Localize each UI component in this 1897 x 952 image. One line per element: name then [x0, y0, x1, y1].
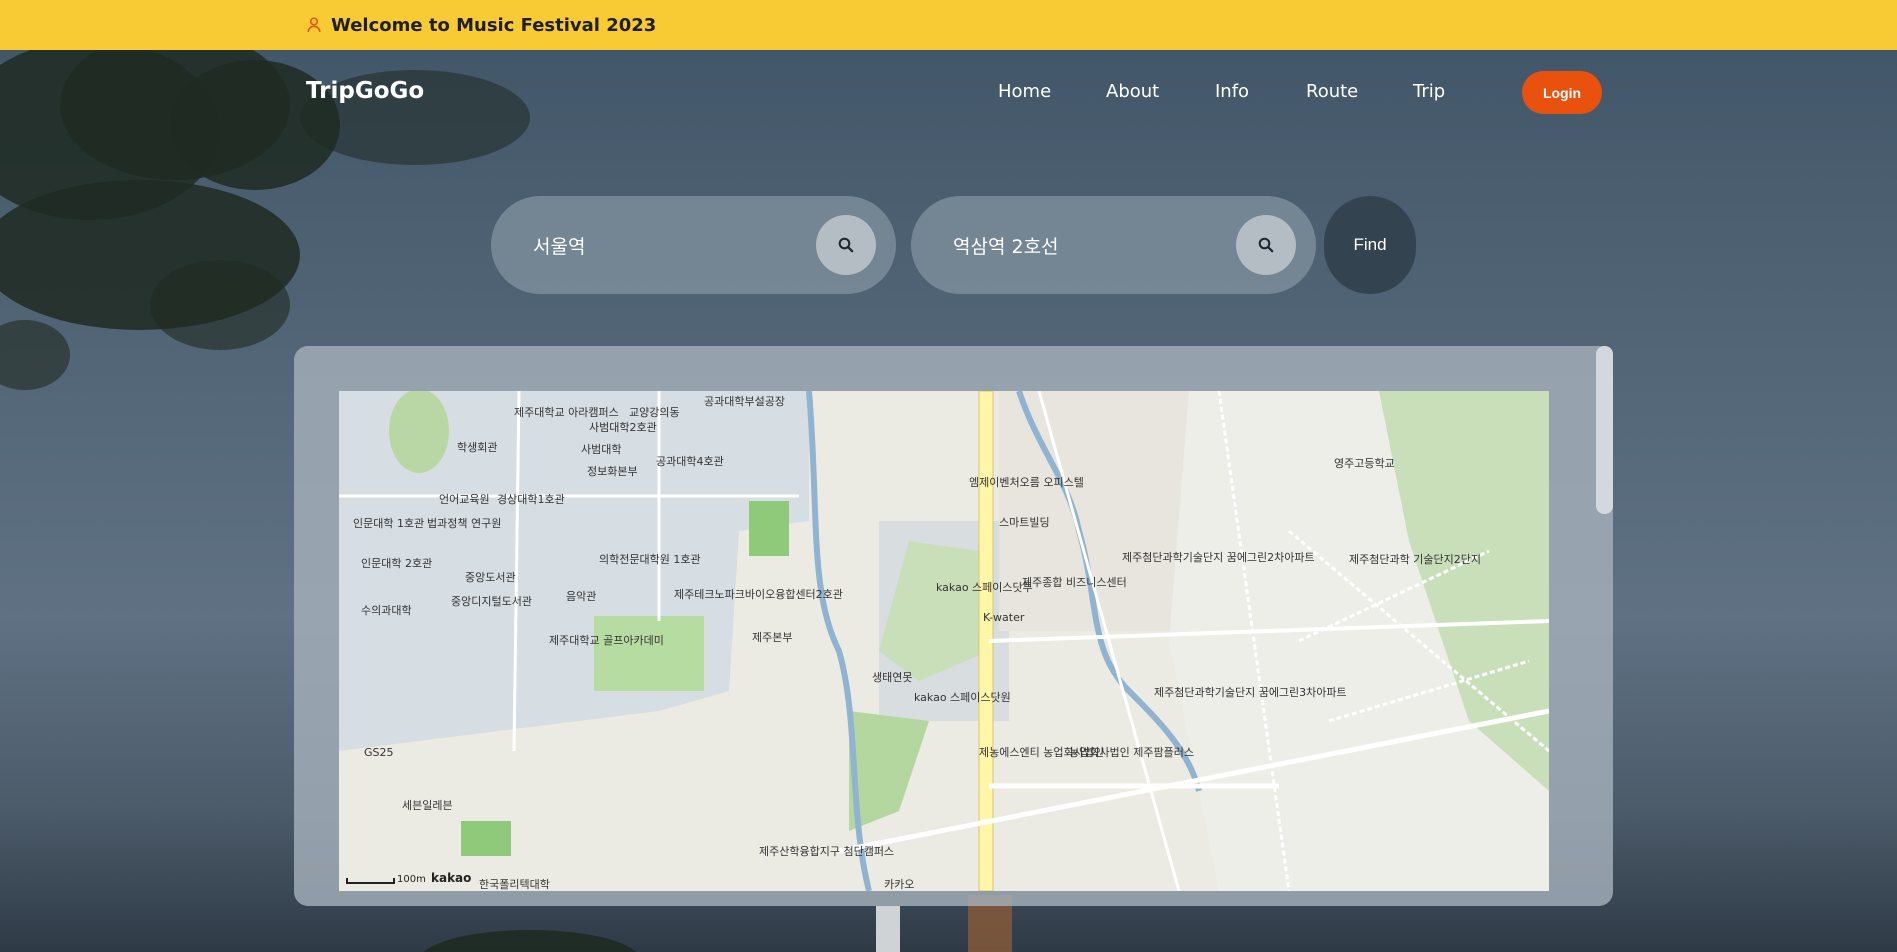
- kakao-map-logo: kakao: [431, 871, 471, 885]
- map-label: 음악관: [566, 590, 596, 603]
- destination-input[interactable]: 역삼역 2호선: [953, 232, 1059, 259]
- map-label: 한국폴리텍대학: [479, 878, 550, 891]
- map-label: 제주첨단과학기술단지 꿈에그린2차아파트: [1122, 551, 1315, 564]
- map-label: kakao 스페이스닷원: [914, 691, 1011, 704]
- map-label: GS25: [364, 746, 394, 759]
- search-icon: [838, 237, 854, 253]
- nav-about[interactable]: About: [1106, 81, 1159, 102]
- nav-home[interactable]: Home: [998, 81, 1051, 102]
- map-label: 사범대학: [581, 443, 621, 456]
- map-label: 교양강의동: [629, 406, 680, 419]
- map-label: 경상대학1호관: [497, 493, 565, 506]
- map-label: 인문대학 1호관: [353, 517, 424, 530]
- map-label: 언어교육원: [439, 493, 490, 506]
- map-label: 영주고등학교: [1334, 457, 1395, 470]
- map-label: 인문대학 2호관: [361, 557, 432, 570]
- person-icon: [307, 17, 321, 33]
- map-label: 법과정책 연구원: [427, 517, 501, 530]
- destination-search-button[interactable]: [1236, 215, 1296, 275]
- login-button[interactable]: Login: [1522, 71, 1602, 114]
- map-label: 공과대학4호관: [656, 455, 724, 468]
- map-label: 제주산학융합지구 첨단캠퍼스: [759, 845, 894, 858]
- map-label: 제주종합 비즈니스센터: [1022, 576, 1127, 589]
- brand-logo[interactable]: TripGoGo: [306, 78, 424, 104]
- find-button[interactable]: Find: [1324, 196, 1416, 294]
- map-label: 공과대학부설공장: [704, 395, 785, 408]
- map-label: 제주테크노파크바이오융합센터2호관: [674, 588, 843, 601]
- nav-info[interactable]: Info: [1215, 81, 1249, 102]
- destination-search: 역삼역 2호선: [911, 196, 1316, 294]
- map-label: 수의과대학: [361, 604, 412, 617]
- map-label: 정보화본부: [587, 465, 638, 478]
- map-label: K-water: [983, 611, 1025, 624]
- map-label: 제주첨단과학 기술단지2단지: [1349, 553, 1481, 566]
- kakao-map[interactable]: 제주대학교 아라캠퍼스 사범대학2호관 교양강의동 공과대학부설공장 학생회관 …: [339, 391, 1549, 891]
- map-label: 생태연못: [872, 671, 912, 684]
- nav-route[interactable]: Route: [1306, 81, 1358, 102]
- map-label: 카카오: [884, 878, 914, 891]
- map-label: 사범대학2호관: [589, 421, 657, 434]
- map-label: 스마트빌딩: [999, 516, 1050, 529]
- map-labels: 제주대학교 아라캠퍼스 사범대학2호관 교양강의동 공과대학부설공장 학생회관 …: [353, 395, 1481, 891]
- map-label: 제주첨단과학기술단지 꿈에그린3차아파트: [1154, 686, 1347, 699]
- map-label: 의학전문대학원 1호관: [599, 553, 701, 566]
- banner-title: Welcome to Music Festival 2023: [331, 14, 657, 36]
- origin-input[interactable]: 서울역: [533, 232, 585, 259]
- map-scale-label: 100m: [397, 874, 426, 885]
- top-navigation: TripGoGo Home About Info Route Trip Logi…: [0, 50, 1897, 134]
- map-label: 중앙도서관: [465, 571, 516, 584]
- map-label: 중앙디지털도서관: [451, 595, 532, 608]
- origin-search-button[interactable]: [816, 215, 876, 275]
- map-label: 학생회관: [457, 441, 497, 454]
- map-label: 제주본부: [752, 631, 792, 644]
- map-label: 엠제이벤처오름 오피스텔: [969, 476, 1084, 489]
- nav-trip[interactable]: Trip: [1413, 81, 1445, 102]
- map-label: 농업회사법인 제주팜플러스: [1069, 746, 1194, 759]
- announcement-banner: Welcome to Music Festival 2023: [0, 0, 1897, 50]
- map-label: 제주대학교 아라캠퍼스: [514, 406, 619, 419]
- map-label: 제주대학교 골프아카데미: [549, 634, 664, 647]
- map-label: 세븐일레븐: [402, 798, 453, 812]
- panel-scrollbar[interactable]: [1596, 346, 1613, 514]
- map-label: kakao 스페이스닷투: [936, 581, 1033, 594]
- search-icon: [1258, 237, 1274, 253]
- origin-search: 서울역: [491, 196, 896, 294]
